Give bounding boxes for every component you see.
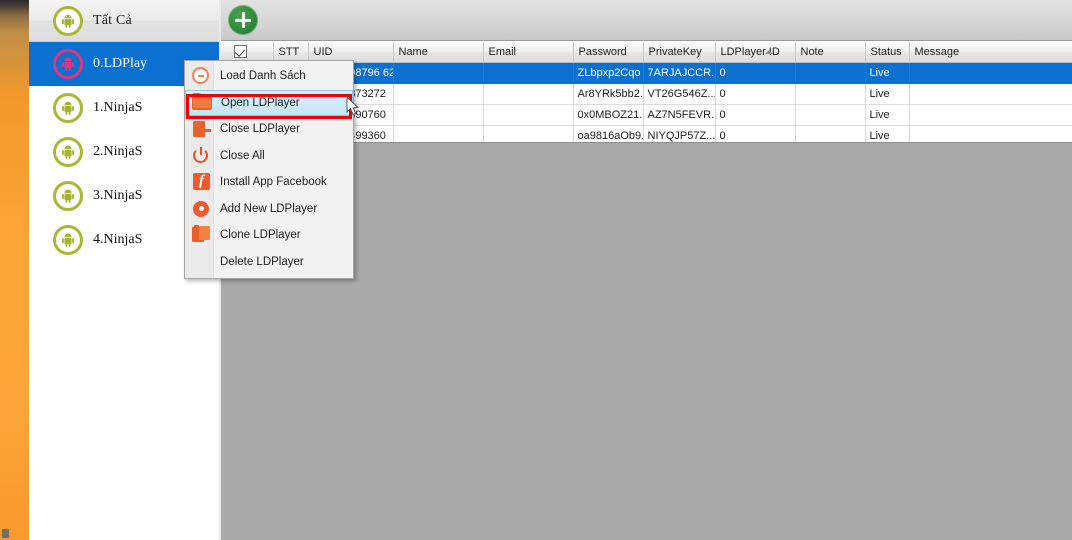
column-header-status[interactable]: Status — [865, 42, 910, 63]
no-icon-placeholder — [191, 252, 211, 272]
desktop-backdrop-top — [0, 0, 29, 16]
android-icon — [53, 181, 83, 211]
context-menu-item-label: Open LDPlayer — [221, 96, 300, 109]
sidebar-item-label: 4.NinjaS — [93, 232, 143, 247]
sidebar-item-label: 1.NinjaS — [93, 100, 143, 115]
context-menu-item-label: Add New LDPlayer — [220, 202, 318, 215]
desktop-backdrop-strip — [0, 0, 29, 540]
context-menu-item-label: Load Danh Sách — [220, 70, 306, 83]
cell-name — [393, 83, 484, 105]
facebook-icon: f — [191, 172, 211, 192]
context-menu-item-clone-ldplayer[interactable]: Clone LDPlayer — [185, 222, 353, 249]
context-menu-item-close-all[interactable]: Close All — [185, 143, 353, 170]
cell-email — [483, 62, 574, 84]
android-icon-pink — [53, 49, 83, 79]
column-header-privatekey[interactable]: PrivateKey — [643, 42, 716, 63]
clone-icon — [191, 225, 211, 245]
refresh-circle-icon — [191, 66, 211, 86]
cell-note — [795, 83, 866, 105]
android-icon — [53, 93, 83, 123]
column-header-note[interactable]: Note — [795, 42, 866, 63]
column-header-name[interactable]: Name — [393, 42, 484, 63]
android-icon — [53, 137, 83, 167]
cell-note — [795, 62, 866, 84]
cell-status: Live — [865, 104, 910, 126]
context-menu-item-install-app-facebook[interactable]: f Install App Facebook — [185, 169, 353, 196]
column-header-password[interactable]: Password — [573, 42, 644, 63]
toolbar — [221, 0, 1072, 41]
sidebar-item-label: 2.NinjaS — [93, 144, 143, 159]
cell-privatekey: 7ARJAJCCR... — [643, 62, 716, 84]
context-menu-item-delete-ldplayer[interactable]: Delete LDPlayer — [185, 249, 353, 276]
mouse-cursor — [346, 95, 360, 121]
cell-email — [483, 83, 574, 105]
context-menu-item-label: Close LDPlayer — [220, 123, 300, 136]
main-window: Tất Cả 0.LDPlay 1.NinjaS 2.NinjaS 3.Ninj… — [29, 0, 1072, 540]
folder-icon — [192, 92, 212, 113]
context-menu-item-load-danh-sach[interactable]: Load Danh Sách — [185, 63, 353, 90]
cell-password: 0x0MBOZ21... — [573, 104, 644, 126]
cell-name — [393, 62, 484, 84]
cell-privatekey: VT26G546Z... — [643, 83, 716, 105]
cell-email — [483, 104, 574, 126]
column-header-ldplayer-id[interactable]: LDPlayer ID — [715, 42, 796, 63]
context-menu-item-label: Delete LDPlayer — [220, 255, 304, 268]
context-menu-item-label: Clone LDPlayer — [220, 229, 301, 242]
cell-message — [909, 83, 1072, 105]
checkbox-checked-icon[interactable] — [234, 45, 247, 58]
sidebar-item-label: 0.LDPlay — [93, 56, 148, 71]
cell-status: Live — [865, 83, 910, 105]
cell-ldplayer-id: 0 — [715, 83, 796, 105]
context-menu: Load Danh Sách Open LDPlayer Close LDPla… — [184, 60, 354, 279]
plus-circle-icon[interactable] — [228, 5, 258, 35]
power-icon — [191, 146, 211, 166]
cell-name — [393, 104, 484, 126]
column-header-email[interactable]: Email — [483, 42, 574, 63]
context-menu-item-close-ldplayer[interactable]: Close LDPlayer — [185, 116, 353, 143]
desktop-backdrop-chip — [2, 529, 9, 538]
exit-door-icon — [191, 119, 211, 139]
cell-message — [909, 104, 1072, 126]
sidebar-header-all[interactable]: Tất Cả — [29, 0, 220, 42]
cell-note — [795, 104, 866, 126]
record-dot-icon — [191, 199, 211, 219]
cell-status: Live — [865, 62, 910, 84]
sidebar-item-label: 3.NinjaS — [93, 188, 143, 203]
sort-ascending-icon — [764, 50, 773, 54]
cell-privatekey: AZ7N5FEVR... — [643, 104, 716, 126]
app-root: Tất Cả 0.LDPlay 1.NinjaS 2.NinjaS 3.Ninj… — [0, 0, 1072, 540]
column-header-message[interactable]: Message — [909, 42, 1072, 63]
android-icon — [53, 225, 83, 255]
cell-ldplayer-id: 0 — [715, 104, 796, 126]
android-icon — [53, 5, 83, 36]
context-menu-item-open-ldplayer[interactable]: Open LDPlayer — [185, 89, 353, 116]
cell-message — [909, 62, 1072, 84]
cell-password: ZLbpxp2Cqo ... — [573, 62, 644, 84]
context-menu-item-add-new-ldplayer[interactable]: Add New LDPlayer — [185, 196, 353, 223]
context-menu-item-label: Install App Facebook — [220, 176, 327, 189]
context-menu-item-label: Close All — [220, 149, 265, 162]
cell-password: Ar8YRk5bb2... — [573, 83, 644, 105]
sidebar-header-label: Tất Cả — [93, 12, 132, 28]
cell-ldplayer-id: 0 — [715, 62, 796, 84]
